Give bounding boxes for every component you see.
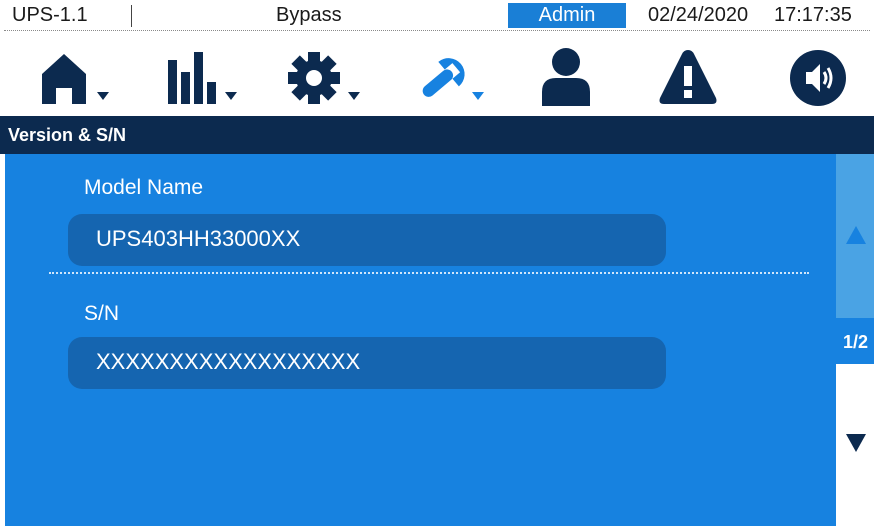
model-name-field: UPS403HH33000XX — [68, 214, 666, 266]
scroll-down-button[interactable] — [836, 364, 874, 526]
status-divider — [4, 30, 870, 31]
gear-icon — [288, 52, 360, 104]
page-title: Version & S/N — [8, 125, 127, 145]
operating-mode: Bypass — [276, 4, 342, 26]
arrow-up-icon — [846, 226, 866, 244]
status-bar: UPS-1.1 Bypass Admin 02/24/2020 17:17:35 — [0, 0, 874, 31]
user-badge[interactable]: Admin — [508, 3, 626, 28]
scroll-up-button[interactable] — [836, 154, 874, 318]
model-name-label: Model Name — [84, 176, 204, 199]
nav-alarms-button[interactable] — [656, 46, 736, 108]
main-nav — [0, 32, 874, 116]
sn-field: XXXXXXXXXXXXXXXXXX — [68, 337, 666, 389]
nav-maintenance-button[interactable] — [410, 46, 490, 108]
nav-measurements-button[interactable] — [162, 46, 242, 108]
user-icon — [542, 48, 590, 106]
page-indicator: 1/2 — [836, 318, 874, 364]
nav-sound-button[interactable] — [784, 46, 864, 108]
nav-home-button[interactable] — [36, 46, 116, 108]
bar-chart-icon — [168, 52, 237, 104]
wrench-icon — [422, 58, 484, 100]
sn-label: S/N — [84, 302, 120, 325]
status-separator — [131, 5, 132, 27]
nav-user-button[interactable] — [534, 46, 614, 108]
arrow-down-icon — [846, 434, 866, 452]
status-date: 02/24/2020 — [648, 4, 749, 26]
warning-icon — [659, 50, 717, 104]
sn-value: XXXXXXXXXXXXXXXXXX — [96, 349, 361, 374]
device-name: UPS-1.1 — [12, 4, 88, 26]
home-icon — [42, 54, 109, 104]
field-divider — [49, 272, 809, 274]
content-panel: Model Name UPS403HH33000XX S/N XXXXXXXXX… — [5, 154, 836, 526]
speaker-icon — [790, 50, 846, 106]
model-name-value: UPS403HH33000XX — [96, 226, 301, 251]
status-time: 17:17:35 — [774, 4, 852, 26]
nav-settings-button[interactable] — [286, 46, 366, 108]
page-indicator-text: 1/2 — [843, 332, 869, 352]
page-title-bar: Version & S/N — [0, 116, 874, 154]
